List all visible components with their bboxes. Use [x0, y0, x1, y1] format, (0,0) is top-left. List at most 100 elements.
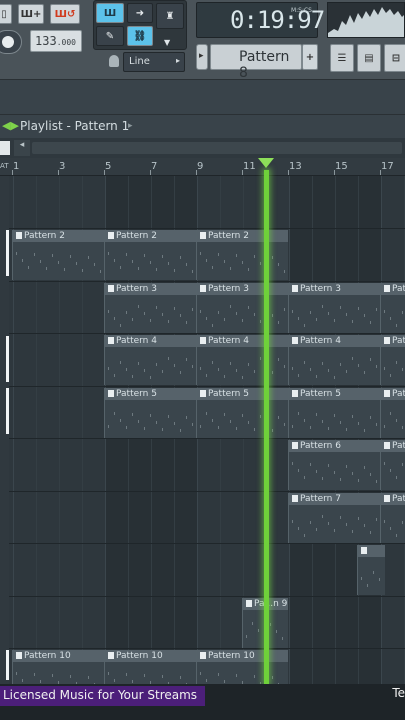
- pattern-clip[interactable]: Pattern 10: [104, 650, 196, 684]
- clip-header[interactable]: Pattern 3: [197, 283, 288, 295]
- horizontal-scrollbar[interactable]: [32, 142, 402, 154]
- brush-icon[interactable]: ✎: [96, 26, 124, 46]
- clip-label: Pattern 3: [392, 284, 405, 294]
- pattern-clip[interactable]: Pattern 3: [104, 283, 196, 333]
- add-pattern-button[interactable]: +: [302, 44, 318, 70]
- clip-header[interactable]: Pattern 7: [381, 493, 405, 505]
- pattern-icon: [384, 495, 390, 502]
- note-tick: [156, 421, 157, 424]
- browser-icon[interactable]: ⊟: [384, 44, 405, 72]
- note-tick: [218, 253, 219, 256]
- song-time-display[interactable]: 0:19:97 M:S:CS: [196, 2, 325, 38]
- pattern-clip[interactable]: Pattern 5: [380, 388, 405, 438]
- pattern-clip[interactable]: Pattern 4: [380, 335, 405, 385]
- clip-header[interactable]: Pattern 4: [197, 335, 288, 347]
- clip-header[interactable]: Pattern 5: [105, 388, 196, 400]
- scroll-left-button[interactable]: ◂: [14, 140, 30, 156]
- pattern-clip[interactable]: Pattern 6: [288, 440, 380, 490]
- clip-header[interactable]: Pattern 2: [105, 230, 196, 242]
- pattern-clip[interactable]: Pattern 4: [104, 335, 196, 385]
- note-tick: [180, 256, 181, 259]
- pattern-clip[interactable]: Pattern 2: [12, 230, 104, 280]
- stamp-icon[interactable]: ♜: [156, 3, 184, 29]
- record-icon[interactable]: Ш↺: [50, 4, 80, 24]
- promo-banner[interactable]: Licensed Music for Your Streams: [0, 686, 205, 706]
- arrow-right-icon[interactable]: ➜: [127, 3, 153, 23]
- mixer-icon[interactable]: Ш: [96, 3, 124, 23]
- piano-roll-icon[interactable]: ▤: [357, 44, 381, 72]
- pattern-clip[interactable]: Pattern 5: [104, 388, 196, 438]
- pattern-clip[interactable]: Pattern 7: [288, 493, 380, 543]
- clip-header[interactable]: Pattern 3: [381, 283, 405, 295]
- clip-header[interactable]: [358, 545, 385, 557]
- clip-header[interactable]: Pattern 5: [289, 388, 380, 400]
- clip-header[interactable]: Pattern 6: [381, 440, 405, 452]
- pattern-clip[interactable]: Pattern 10: [12, 650, 104, 684]
- clip-header[interactable]: Pattern 2: [197, 230, 288, 242]
- pattern-clip[interactable]: Pattern 5: [196, 388, 288, 438]
- note-tick: [361, 577, 362, 580]
- note-tick: [218, 311, 219, 314]
- pattern-mode-icon[interactable]: Ш+: [18, 4, 44, 24]
- note-tick: [192, 270, 193, 273]
- playlist-title-bar[interactable]: ◀▶ Playlist - Pattern 1 ▸: [0, 114, 405, 138]
- clip-header[interactable]: Pattern 6: [289, 440, 380, 452]
- note-tick: [352, 320, 353, 323]
- song-mode-icon[interactable]: ▯: [0, 4, 12, 24]
- grid-row-line: [9, 281, 405, 282]
- playlist-grid[interactable]: Pattern 2 Pattern 2 Pattern 2 Pattern 3 Patt…: [9, 176, 405, 684]
- playlist-arrows-icon[interactable]: ◀▶: [2, 119, 19, 132]
- pattern-clip[interactable]: [357, 545, 385, 595]
- pattern-clip[interactable]: Pattern 3: [288, 283, 380, 333]
- note-tick: [218, 426, 219, 429]
- pattern-clip[interactable]: Pattern 4: [288, 335, 380, 385]
- pattern-clip[interactable]: Pattern 3: [196, 283, 288, 333]
- note-tick: [364, 466, 365, 469]
- clip-header[interactable]: Pattern 7: [289, 493, 380, 505]
- clip-header[interactable]: Pattern 3: [105, 283, 196, 295]
- pattern-clip[interactable]: Pattern 2: [196, 230, 288, 280]
- snap-icon[interactable]: [0, 141, 10, 155]
- playlist-scroll-bar[interactable]: ◂: [0, 138, 405, 158]
- stop-icon[interactable]: [0, 30, 22, 54]
- chevron-down-icon[interactable]: ▼: [164, 38, 170, 47]
- link-icon[interactable]: ⛓: [127, 26, 153, 46]
- clip-header[interactable]: Pattern 4: [289, 335, 380, 347]
- metronome-icon[interactable]: [109, 55, 119, 67]
- note-tick: [174, 364, 175, 367]
- clip-header[interactable]: Pattern 10: [13, 650, 104, 662]
- clip-label: Pattern 7: [392, 494, 405, 504]
- note-tick: [144, 369, 145, 372]
- note-tick: [132, 413, 133, 416]
- clip-header[interactable]: Pattern 3: [289, 283, 380, 295]
- pattern-clip[interactable]: Pattern 5: [288, 388, 380, 438]
- clip-header[interactable]: Pattern 10: [105, 650, 196, 662]
- tempo-display[interactable]: 133.000: [30, 30, 82, 52]
- clip-header[interactable]: Pattern 2: [13, 230, 104, 242]
- pattern-clip[interactable]: Pattern 7: [380, 493, 405, 543]
- note-tick: [248, 306, 249, 309]
- channel-rack-icon[interactable]: ☰: [330, 44, 354, 72]
- pattern-clip[interactable]: Pattern 4: [196, 335, 288, 385]
- clip-header[interactable]: Pattern 10: [197, 650, 288, 662]
- pattern-selector[interactable]: Pattern 8: [210, 44, 302, 81]
- clip-notes: [289, 511, 380, 541]
- note-tick: [156, 363, 157, 366]
- playhead-marker[interactable]: [258, 158, 274, 168]
- track-selector-column[interactable]: [0, 176, 9, 684]
- clip-header[interactable]: Pattern 5: [197, 388, 288, 400]
- pattern-icon: [384, 285, 390, 292]
- pattern-clip[interactable]: Pattern 10: [196, 650, 288, 684]
- chevron-right-icon[interactable]: ▸: [128, 121, 133, 131]
- line-mode-select[interactable]: Line ▸: [123, 52, 185, 72]
- pattern-clip[interactable]: Pattern 2: [104, 230, 196, 280]
- note-tick: [114, 259, 115, 262]
- timeline-ruler[interactable]: AT 1 3 5 7 9 11 13 15 17: [0, 158, 405, 176]
- pattern-clip[interactable]: Pattern 3: [380, 283, 405, 333]
- clip-header[interactable]: Pattern 4: [105, 335, 196, 347]
- clip-header[interactable]: Pattern 4: [381, 335, 405, 347]
- pattern-clip[interactable]: Pattern 6: [380, 440, 405, 490]
- note-tick: [40, 680, 41, 683]
- clip-header[interactable]: Pattern 5: [381, 388, 405, 400]
- pattern-prev-button[interactable]: ▸: [196, 44, 208, 70]
